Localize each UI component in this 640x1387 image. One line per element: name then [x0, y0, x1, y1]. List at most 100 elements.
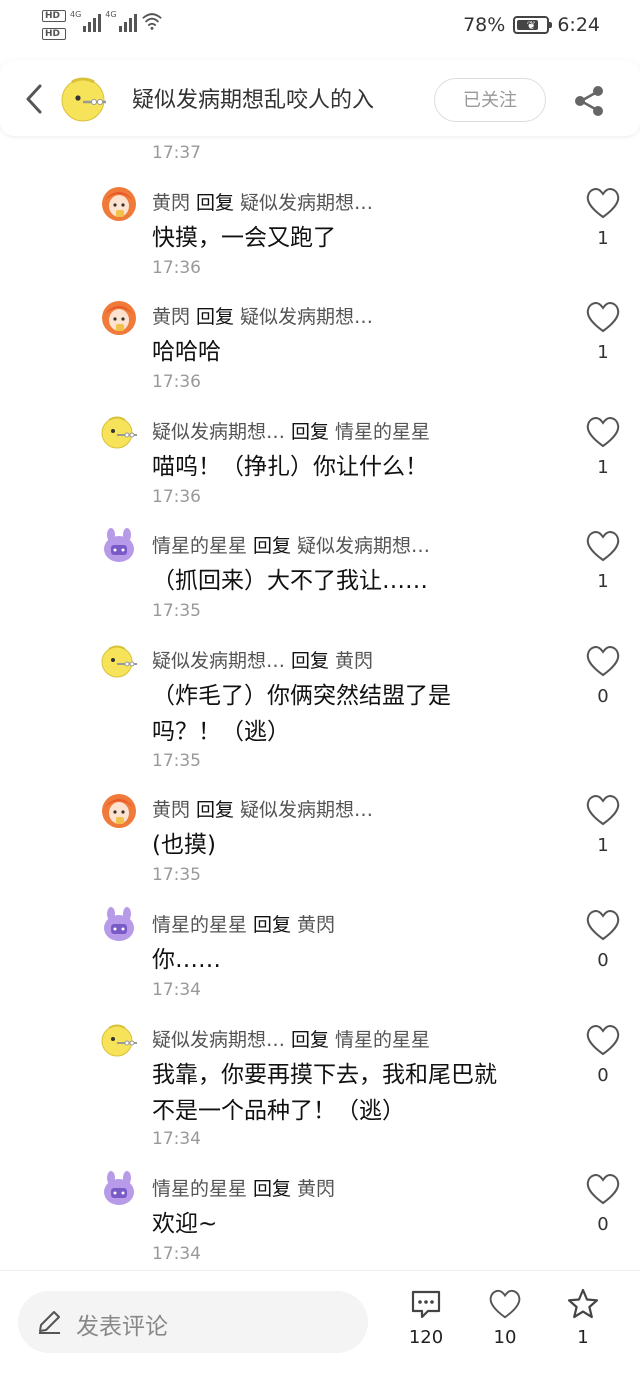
- comment-text: 我靠，你要再摸下去，我和尾巴就不是一个品种了！（逃）: [152, 1062, 497, 1124]
- heart-icon[interactable]: [585, 300, 621, 334]
- reply-target[interactable]: 黄閃: [335, 650, 373, 672]
- avatar[interactable]: [100, 906, 138, 944]
- comment-time: 17:36: [152, 487, 201, 507]
- comment-time: 17:35: [152, 751, 201, 771]
- bottom-action-bar: 发表评论 120 10 1: [0, 1270, 640, 1387]
- like-count: 1: [597, 342, 609, 363]
- reply-target[interactable]: 黄閃: [297, 914, 335, 936]
- battery-percent: 78%: [463, 14, 506, 36]
- comment-time: 17:34: [152, 1129, 201, 1149]
- like-count: 1: [597, 228, 609, 249]
- share-icon[interactable]: [572, 84, 606, 118]
- comment-author[interactable]: 情星的星星: [152, 535, 247, 557]
- comment-author[interactable]: 黄閃: [152, 799, 190, 821]
- hd-badge-1: HD: [42, 10, 66, 22]
- comment-meta: 情星的星星 回复 疑似发病期想…: [152, 531, 430, 558]
- comment-author[interactable]: 疑似发病期想…: [152, 650, 285, 672]
- heart-icon[interactable]: [585, 529, 621, 563]
- reply-label: 回复: [291, 650, 330, 672]
- like-count: 1: [597, 457, 609, 478]
- comment-meta: 情星的星星 回复 黄閃: [152, 910, 335, 937]
- reply-label: 回复: [291, 1029, 330, 1051]
- like-button[interactable]: 10: [475, 1287, 535, 1348]
- follow-button[interactable]: 已关注: [434, 78, 546, 122]
- avatar[interactable]: [100, 642, 138, 680]
- comment-time: 17:37: [152, 143, 201, 163]
- comment-text: (也摸): [152, 832, 216, 858]
- pen-icon: [39, 1311, 60, 1334]
- comments-button[interactable]: 120: [396, 1287, 456, 1348]
- reply-label: 回复: [196, 306, 235, 328]
- comment-meta: 疑似发病期想… 回复 情星的星星: [152, 1025, 430, 1052]
- status-right: 78% ❦ 6:24: [463, 14, 600, 36]
- heart-icon[interactable]: [585, 644, 621, 678]
- chevron-left-icon[interactable]: [22, 82, 46, 116]
- favorite-button[interactable]: 1: [553, 1287, 613, 1348]
- comment-author[interactable]: 黄閃: [152, 306, 190, 328]
- avatar[interactable]: [100, 1170, 138, 1208]
- like-count: 0: [597, 950, 609, 971]
- comment-meta: 黄閃 回复 疑似发病期想…: [152, 795, 373, 822]
- heart-icon[interactable]: [585, 1172, 621, 1206]
- reply-label: 回复: [253, 1178, 292, 1200]
- reply-target[interactable]: 情星的星星: [335, 421, 430, 443]
- status-bar: HD HD 4G 4G 78% ❦ 6:24: [0, 0, 640, 56]
- comment-time: 17:36: [152, 258, 201, 278]
- like-count: 0: [597, 1065, 609, 1086]
- comment-text: 哈哈哈: [152, 339, 221, 365]
- signal-icon-2: 4G: [105, 10, 137, 32]
- comment-time: 17:34: [152, 1244, 201, 1264]
- reply-target[interactable]: 疑似发病期想…: [240, 192, 373, 214]
- hd-badge-2: HD: [42, 28, 66, 40]
- heart-icon: [488, 1287, 522, 1321]
- reply-target[interactable]: 疑似发病期想…: [240, 799, 373, 821]
- heart-icon[interactable]: [585, 415, 621, 449]
- favorites-count: 1: [577, 1327, 589, 1348]
- comment-text: （抓回来）大不了我让……: [152, 568, 428, 594]
- comment-author[interactable]: 情星的星星: [152, 914, 247, 936]
- comment-meta: 黄閃 回复 疑似发病期想…: [152, 302, 373, 329]
- avatar[interactable]: [100, 298, 138, 336]
- comment-time: 17:34: [152, 980, 201, 1000]
- reply-target[interactable]: 情星的星星: [335, 1029, 430, 1051]
- comment-input[interactable]: 发表评论: [18, 1291, 368, 1353]
- reply-target[interactable]: 黄閃: [297, 1178, 335, 1200]
- comment-author[interactable]: 黄閃: [152, 192, 190, 214]
- avatar[interactable]: [100, 413, 138, 451]
- comment-time: 17:35: [152, 865, 201, 885]
- comment-author[interactable]: 情星的星星: [152, 1178, 247, 1200]
- heart-icon[interactable]: [585, 793, 621, 827]
- avatar[interactable]: [58, 74, 108, 124]
- signal-icon-1: 4G: [70, 10, 102, 32]
- avatar[interactable]: [100, 527, 138, 565]
- avatar[interactable]: [100, 1021, 138, 1059]
- wifi-icon: [141, 13, 162, 30]
- like-count: 0: [597, 1214, 609, 1235]
- comment-author[interactable]: 疑似发病期想…: [152, 421, 285, 443]
- comment-text: 快摸，一会又跑了: [152, 225, 336, 251]
- comment-bubble-icon: [411, 1290, 441, 1319]
- comment-text: （炸毛了）你俩突然结盟了是吗？！（逃）: [152, 683, 451, 745]
- comments-count: 120: [408, 1327, 444, 1348]
- avatar[interactable]: [100, 184, 138, 222]
- like-count: 1: [597, 835, 609, 856]
- comment-meta: 疑似发病期想… 回复 情星的星星: [152, 417, 430, 444]
- reply-target[interactable]: 疑似发病期想…: [297, 535, 430, 557]
- reply-label: 回复: [196, 192, 235, 214]
- comment-time: 17:35: [152, 601, 201, 621]
- comment-text: 欢迎~: [152, 1211, 218, 1237]
- avatar[interactable]: [100, 791, 138, 829]
- page-title: 疑似发病期想乱咬人的入: [132, 88, 375, 113]
- like-count: 1: [597, 571, 609, 592]
- heart-icon[interactable]: [585, 186, 621, 220]
- likes-count: 10: [493, 1327, 517, 1348]
- heart-icon[interactable]: [585, 1023, 621, 1057]
- comment-author[interactable]: 疑似发病期想…: [152, 1029, 285, 1051]
- reply-label: 回复: [291, 421, 330, 443]
- comment-text: 你……: [152, 947, 221, 973]
- battery-icon: ❦: [513, 16, 553, 34]
- heart-icon[interactable]: [585, 908, 621, 942]
- reply-target[interactable]: 疑似发病期想…: [240, 306, 373, 328]
- clock: 6:24: [557, 14, 600, 36]
- comment-time: 17:36: [152, 372, 201, 392]
